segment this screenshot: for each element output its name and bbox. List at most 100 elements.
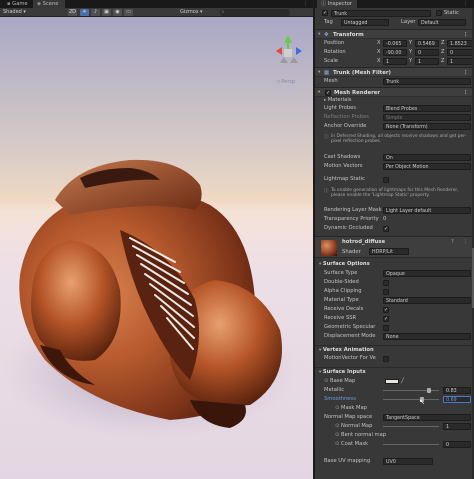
- normal-map-space-row: Normal Map space TangentSpace: [315, 413, 474, 422]
- surface-inputs-header[interactable]: ▾ Surface Inputs: [315, 367, 474, 376]
- base-uv-label: Base UV mapping: [324, 458, 371, 464]
- displacement-mode-dropdown[interactable]: None: [383, 333, 471, 340]
- base-map-row: ⊙ Base Map ╱: [315, 377, 474, 386]
- coat-mask-value-field[interactable]: 0: [443, 441, 471, 448]
- orientation-gizmo-icon[interactable]: [268, 33, 308, 73]
- smoothness-label: Smoothness: [324, 396, 356, 402]
- scene-camera-icon[interactable]: ▭: [124, 9, 133, 16]
- bent-normal-label: ⊙ Bent normal map: [335, 431, 386, 440]
- material-header[interactable]: hotrod_diffuse Shader HDRP/Lit ? ⋮: [315, 236, 474, 258]
- motion-vectors-dropdown[interactable]: Per Object Motion: [383, 163, 471, 170]
- texture-slot-icon: ⊙: [335, 441, 340, 447]
- panel-menu-icon[interactable]: ⋮: [303, 1, 308, 7]
- car-render-image: [0, 159, 300, 440]
- cast-shadows-row: Cast Shadows On: [315, 153, 474, 162]
- object-name-field[interactable]: Trunk: [331, 10, 431, 17]
- material-menu-icon[interactable]: ⋮: [463, 239, 468, 245]
- anchor-override-field[interactable]: None (Transform): [383, 123, 471, 130]
- material-name: hotrod_diffuse: [342, 239, 386, 245]
- transparency-priority-row: Transparency Priority 0: [315, 215, 474, 224]
- inspector-tabbar: ⓘ Inspector ⋮: [315, 0, 474, 8]
- rotation-z-field[interactable]: 0: [447, 49, 473, 56]
- scale-z-field[interactable]: 1: [447, 58, 473, 65]
- metallic-value-field[interactable]: 0.83: [443, 387, 471, 394]
- rotation-y-field[interactable]: 0: [415, 49, 439, 56]
- alpha-clipping-checkbox[interactable]: [383, 289, 389, 295]
- tab-game[interactable]: ▪ Game: [3, 0, 32, 8]
- audio-toggle-icon[interactable]: ♪: [91, 9, 100, 16]
- smoothness-slider-track[interactable]: [383, 399, 439, 400]
- lighting-toggle-icon[interactable]: ☀: [80, 9, 89, 16]
- tab-game-label: Game: [12, 1, 28, 7]
- base-color-swatch[interactable]: [385, 379, 399, 384]
- double-sided-checkbox[interactable]: [383, 280, 389, 286]
- texture-slot-icon: ⊙: [335, 405, 340, 411]
- geometric-specular-checkbox[interactable]: [383, 325, 389, 331]
- rendering-layer-dropdown[interactable]: Light Layer default: [383, 207, 471, 214]
- metallic-slider-handle[interactable]: [427, 388, 432, 393]
- bent-normal-text: Bent normal map: [341, 432, 387, 438]
- scale-x-field[interactable]: 1: [383, 58, 407, 65]
- base-uv-dropdown[interactable]: UV0: [383, 458, 433, 465]
- static-checkbox[interactable]: [436, 10, 442, 16]
- reflection-probes-dropdown[interactable]: Simple: [383, 114, 471, 121]
- normal-map-slider-track[interactable]: [383, 426, 439, 427]
- shader-dropdown[interactable]: HDRP/Lit: [369, 248, 409, 255]
- hidden-objects-icon[interactable]: ◉: [113, 9, 122, 16]
- mesh-filter-header[interactable]: ▾ ▦ Trunk (Mesh Filter) ⋮: [315, 67, 474, 77]
- inspector-menu-icon[interactable]: ⋮: [463, 0, 468, 8]
- shading-label: Shaded: [3, 9, 22, 15]
- anchor-override-label: Anchor Override: [324, 123, 367, 129]
- transparency-priority-field[interactable]: 0: [383, 215, 386, 224]
- receive-decals-label: Receive Decals: [324, 306, 364, 312]
- smoothness-value-field[interactable]: 0.69: [443, 396, 471, 403]
- normal-map-space-dropdown[interactable]: TangentSpace: [383, 414, 471, 421]
- alpha-clipping-row: Alpha Clipping: [315, 287, 474, 296]
- layer-dropdown[interactable]: Default: [418, 19, 466, 26]
- motion-vector-checkbox[interactable]: [383, 356, 389, 362]
- tab-scene[interactable]: ◆ Scene: [33, 0, 65, 8]
- tab-inspector[interactable]: ⓘ Inspector: [317, 0, 357, 8]
- mesh-object-field[interactable]: Trunk: [383, 78, 471, 85]
- receive-decals-checkbox[interactable]: ✓: [383, 307, 389, 313]
- light-probes-dropdown[interactable]: Blend Probes: [383, 105, 471, 112]
- position-label: Position: [324, 40, 345, 46]
- eyedropper-icon[interactable]: ╱: [401, 377, 404, 386]
- receive-ssr-checkbox[interactable]: ✓: [383, 316, 389, 322]
- motion-vector-row: MotionVector For Ve: [315, 354, 474, 363]
- effects-toggle-icon[interactable]: ▣: [102, 9, 111, 16]
- scene-toolbar: Shaded ▾ 2D ☀ ♪ ▣ ◉ ▭ Gizmos ▾ ⌕: [0, 8, 313, 17]
- normal-map-label: ⊙ Normal Map: [335, 422, 372, 431]
- metallic-label: Metallic: [324, 387, 345, 393]
- scale-y-field[interactable]: 1: [415, 58, 439, 65]
- surface-options-header[interactable]: ▾ Surface Options: [315, 260, 474, 269]
- scene-search-input[interactable]: ⌕: [220, 9, 290, 16]
- normal-map-value-field[interactable]: 1: [443, 423, 471, 430]
- shading-dropdown[interactable]: Shaded ▾: [3, 9, 26, 16]
- rendering-layer-label: Rendering Layer Mask: [324, 207, 382, 213]
- info-icon: ⓘ: [324, 135, 329, 140]
- projection-label[interactable]: ◁ Persp: [276, 79, 295, 85]
- lightmap-static-checkbox[interactable]: [383, 177, 389, 183]
- tab-scene-label: Scene: [42, 1, 59, 7]
- position-y-field[interactable]: 0.5469: [415, 40, 439, 47]
- dynamic-occluded-checkbox[interactable]: ✓: [383, 226, 389, 232]
- object-active-checkbox[interactable]: ✓: [322, 10, 328, 16]
- vertex-animation-header[interactable]: ▾ Vertex Animation: [315, 345, 474, 354]
- transform-header[interactable]: ▾ ✥ Transform ⋮: [315, 29, 474, 39]
- gizmos-dropdown[interactable]: Gizmos ▾: [180, 9, 203, 16]
- rotation-x-field[interactable]: -90.00: [383, 49, 407, 56]
- position-x-field[interactable]: -0.065: [383, 40, 407, 47]
- scene-viewport[interactable]: ◁ Persp: [0, 17, 313, 479]
- surface-type-dropdown[interactable]: Opaque: [383, 270, 471, 277]
- cast-shadows-dropdown[interactable]: On: [383, 154, 471, 161]
- coat-mask-slider-track[interactable]: [383, 444, 439, 445]
- tag-dropdown[interactable]: Untagged: [341, 19, 389, 26]
- help-icon[interactable]: ?: [451, 239, 454, 245]
- position-z-field[interactable]: 1.8523: [447, 40, 473, 47]
- layer-label: Layer: [401, 19, 416, 25]
- lightmap-info-box: ⓘ To enable generation of lightmaps for …: [324, 188, 469, 202]
- base-map-label: ⊙ Base Map: [324, 377, 355, 386]
- material-type-dropdown[interactable]: Standard: [383, 297, 471, 304]
- mode-2d-button[interactable]: 2D: [68, 9, 77, 16]
